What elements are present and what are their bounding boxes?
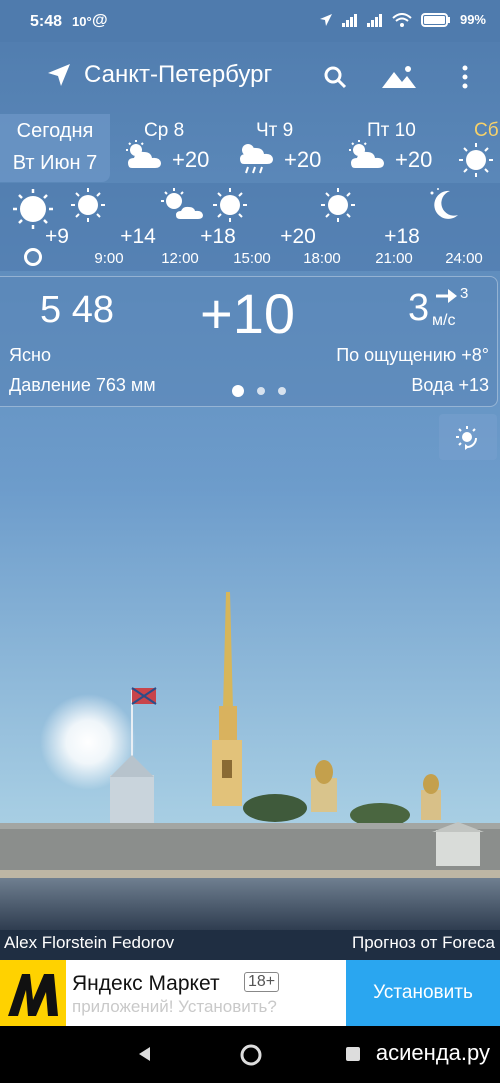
hour-temp: +18 <box>200 225 236 248</box>
hour-time: 12:00 <box>161 250 199 267</box>
back-icon[interactable] <box>136 1045 154 1063</box>
day-tab-wed[interactable]: Ср 8 +20 <box>120 114 230 182</box>
photo-credit[interactable]: Alex Florstein Fedorov <box>4 933 174 953</box>
current-temperature: +10 <box>200 282 295 345</box>
status-temp: 10° <box>72 14 92 29</box>
page-dot <box>257 387 265 395</box>
moon-icon <box>430 188 458 219</box>
install-button[interactable]: Установить <box>346 960 500 1026</box>
wind-unit: м/с <box>432 312 456 329</box>
rain-icon <box>240 144 273 174</box>
hour-time: 24:00 <box>445 250 483 267</box>
water-temp: Вода +13 <box>411 375 489 395</box>
app-bar: Санкт-Петербург <box>0 42 500 112</box>
ad-title: Яндекс Маркет <box>72 972 220 995</box>
ad-banner[interactable]: Яндекс Маркет 18+ приложений! Установить… <box>0 960 500 1026</box>
wind-gust: 3 <box>460 285 469 302</box>
sun-icon <box>321 188 355 222</box>
battery-percent: 99% <box>459 12 486 27</box>
status-time: 5:48 <box>30 13 63 30</box>
home-icon[interactable] <box>239 1043 263 1067</box>
signal-icon <box>341 13 357 27</box>
current-hour-marker <box>24 248 42 266</box>
sun-icon <box>71 188 105 222</box>
hour-temp: +20 <box>280 225 316 248</box>
page-dot <box>278 387 286 395</box>
hour-time: 21:00 <box>375 250 413 267</box>
day-date: Вт Июн 7 <box>12 152 98 174</box>
navigation-arrow-icon[interactable] <box>46 62 72 88</box>
yandex-market-logo <box>0 960 66 1026</box>
wifi-icon <box>392 12 412 27</box>
hour-temp: +9 <box>45 225 69 248</box>
status-bar: 5:48 10° @ 99% <box>0 0 500 42</box>
day-name: Пт 10 <box>367 120 416 141</box>
search-icon[interactable] <box>322 64 348 90</box>
age-rating-badge: 18+ <box>244 972 280 992</box>
day-tab-fri[interactable]: Пт 10 +20 <box>343 114 453 182</box>
day-name: Сегодня <box>16 120 94 142</box>
watermark: асиенда.ру <box>375 1040 490 1065</box>
ad-subtitle: приложений! Установить? <box>72 997 277 1016</box>
signal-icon-2 <box>366 13 382 27</box>
sun-rotate-icon <box>456 426 477 450</box>
page-dot-active <box>232 385 244 397</box>
city-name[interactable]: Санкт-Петербург <box>84 61 272 89</box>
day-name: Ср 8 <box>144 120 185 141</box>
sun-icon <box>213 188 247 222</box>
partly-cloudy-icon <box>161 188 203 219</box>
sun-icon <box>459 143 493 177</box>
sun-info-button[interactable] <box>439 414 497 460</box>
day-name: Чт 9 <box>256 120 294 141</box>
partly-cloudy-icon <box>349 140 384 168</box>
feels-like: По ощущению +8° <box>336 345 489 365</box>
current-time: 5 48 <box>40 289 114 331</box>
status-at-icon: @ <box>92 12 108 29</box>
hour-time: 9:00 <box>94 250 124 267</box>
hour-time: 18:00 <box>303 250 341 267</box>
battery-icon <box>420 12 450 27</box>
day-name: Сб <box>474 120 499 141</box>
more-menu-icon[interactable] <box>460 64 470 90</box>
page-indicator <box>232 385 286 397</box>
forecast-credit[interactable]: Прогноз от Foreca <box>352 933 495 953</box>
day-tab-sat[interactable]: Сб <box>452 114 500 182</box>
current-conditions-card[interactable]: 5 48 +10 3 3 м/с Ясно По ощущению +8° Да… <box>0 276 498 407</box>
day-temp: +20 <box>172 147 210 172</box>
pressure: Давление 763 мм <box>9 375 156 395</box>
hour-temp: +14 <box>120 225 156 248</box>
day-temp: +20 <box>284 147 322 172</box>
daily-forecast-strip: Сегодня Вт Июн 7 Ср 8 +20 Чт 9 +20 Пт 10… <box>0 114 500 182</box>
location-active-icon <box>319 13 332 26</box>
hour-time: 15:00 <box>233 250 271 267</box>
wind-direction-arrow-icon <box>436 289 457 303</box>
day-temp: +20 <box>395 147 433 172</box>
partly-cloudy-icon <box>126 140 161 168</box>
wind-speed: 3 <box>408 287 430 329</box>
hour-temp: +18 <box>384 225 420 248</box>
condition-text: Ясно <box>9 345 51 365</box>
day-tab-today[interactable]: Сегодня Вт Июн 7 <box>0 114 110 182</box>
day-tab-thu[interactable]: Чт 9 +20 <box>232 114 342 182</box>
hourly-forecast: +9 +14 +18 +20 +18 9:00 12:00 15:00 18:0… <box>0 183 500 271</box>
landscape-icon[interactable] <box>380 64 418 90</box>
recents-icon[interactable] <box>345 1046 361 1062</box>
